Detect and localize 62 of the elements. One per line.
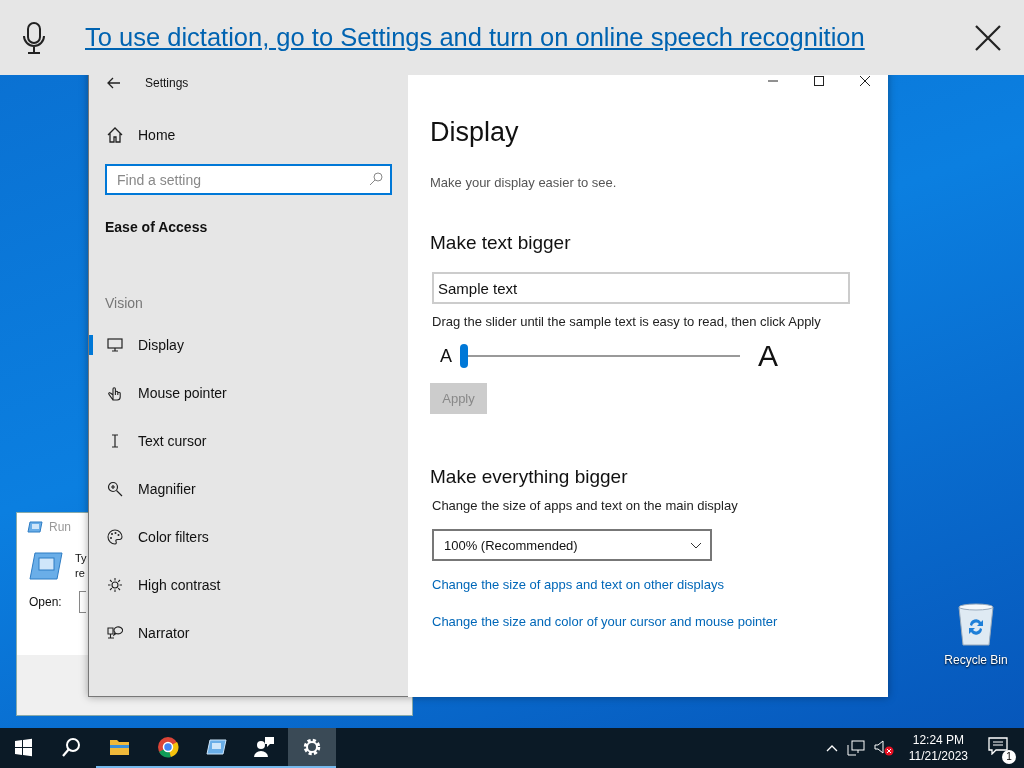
taskbar-app-button[interactable] <box>288 728 336 768</box>
sample-text-field[interactable]: Sample text <box>432 272 850 304</box>
sidebar-item[interactable]: Mouse pointer <box>89 369 392 417</box>
description-text: Ty <box>75 551 87 566</box>
sidebar-item[interactable]: Display <box>89 321 392 369</box>
notification-badge: 1 <box>1002 750 1016 764</box>
magnifier-icon <box>107 481 123 497</box>
chevron-down-icon <box>690 541 702 549</box>
small-a-label: A <box>440 345 452 367</box>
notification-icon[interactable] <box>988 737 1008 755</box>
browser-icon <box>157 736 179 758</box>
sidebar-item[interactable]: Color filters <box>89 513 392 561</box>
description-text: re <box>75 566 86 581</box>
hand-pointer-icon <box>107 385 123 401</box>
close-icon[interactable] <box>859 75 871 87</box>
microphone-icon <box>22 20 46 55</box>
search-field[interactable]: Find a setting <box>105 164 392 195</box>
palette-icon <box>107 529 123 545</box>
run-app-icon <box>27 521 43 533</box>
narrator-icon <box>107 625 123 641</box>
people-icon <box>253 736 275 758</box>
chevron-up-icon[interactable] <box>825 744 838 752</box>
close-icon[interactable] <box>974 23 1002 52</box>
search-icon <box>61 737 83 759</box>
gear-icon <box>301 736 323 758</box>
section-label: Vision <box>105 295 144 311</box>
sidebar-item[interactable]: High contrast <box>89 561 392 609</box>
window-title: Settings <box>145 76 189 90</box>
windows-logo-icon <box>13 737 35 759</box>
settings-link[interactable]: Change the size and color of your cursor and mouse pointer <box>432 614 778 629</box>
maximize-icon[interactable] <box>813 75 825 87</box>
sun-icon <box>107 577 123 593</box>
scale-dropdown[interactable]: 100% (Recommended) <box>432 529 712 561</box>
sidebar-item[interactable]: Narrator <box>89 609 392 657</box>
open-label: Open: <box>29 595 62 609</box>
run-app-icon <box>29 551 63 581</box>
dictation-settings-link[interactable]: To use dictation, go to Settings and turn on online speech recognition <box>85 23 865 52</box>
speaker-muted-icon[interactable] <box>873 740 894 756</box>
clock[interactable]: 12:24 PM 11/21/2023 <box>908 732 968 764</box>
page-description: Make your display easier to see. <box>430 175 617 190</box>
open-field[interactable] <box>78 591 86 613</box>
large-a-label: A <box>758 339 779 373</box>
section-heading: Make everything bigger <box>430 466 628 488</box>
monitor-icon <box>107 337 123 353</box>
home-icon <box>107 127 123 143</box>
page-title: Display <box>430 117 519 148</box>
home-nav-item[interactable]: Home <box>105 124 392 146</box>
settings-link[interactable]: Change the size of apps and text on other displays <box>432 577 724 592</box>
search-icon <box>369 172 383 186</box>
recycle-bin-icon <box>956 603 996 647</box>
sidebar-item[interactable]: Text cursor <box>89 417 392 465</box>
back-arrow-icon[interactable] <box>107 77 121 89</box>
network-icon[interactable] <box>846 740 865 756</box>
caption-text: Change the size of apps and text on the main display <box>432 498 738 513</box>
slider-thumb[interactable] <box>460 344 468 368</box>
section-heading: Make text bigger <box>430 232 571 254</box>
category-heading: Ease of Access <box>105 219 209 235</box>
instruction-text: Drag the slider until the sample text is easy to read, then click Apply <box>432 314 821 329</box>
sidebar-item[interactable]: Magnifier <box>89 465 392 513</box>
desktop-icon[interactable]: Recycle Bin <box>940 603 1012 667</box>
window-title: Run <box>49 520 71 534</box>
run-app-icon <box>205 736 227 758</box>
